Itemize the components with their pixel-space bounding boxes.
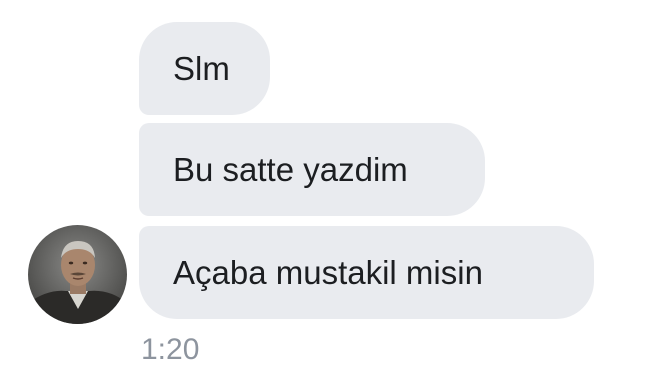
message-timestamp: 1:20	[141, 333, 200, 366]
avatar[interactable]	[28, 225, 127, 324]
message-bubble[interactable]: Slm	[139, 22, 270, 115]
message-text: Açaba mustakil misin	[173, 254, 483, 291]
message-text: Bu satte yazdim	[173, 151, 408, 188]
message-bubble[interactable]: Açaba mustakil misin	[139, 226, 594, 319]
message-bubble[interactable]: Bu satte yazdim	[139, 123, 485, 216]
person-photo-avatar-icon	[28, 225, 127, 324]
message-text: Slm	[173, 50, 230, 87]
chat-thread: Slm Bu satte yazdim Açaba mustakil misin	[0, 0, 672, 378]
